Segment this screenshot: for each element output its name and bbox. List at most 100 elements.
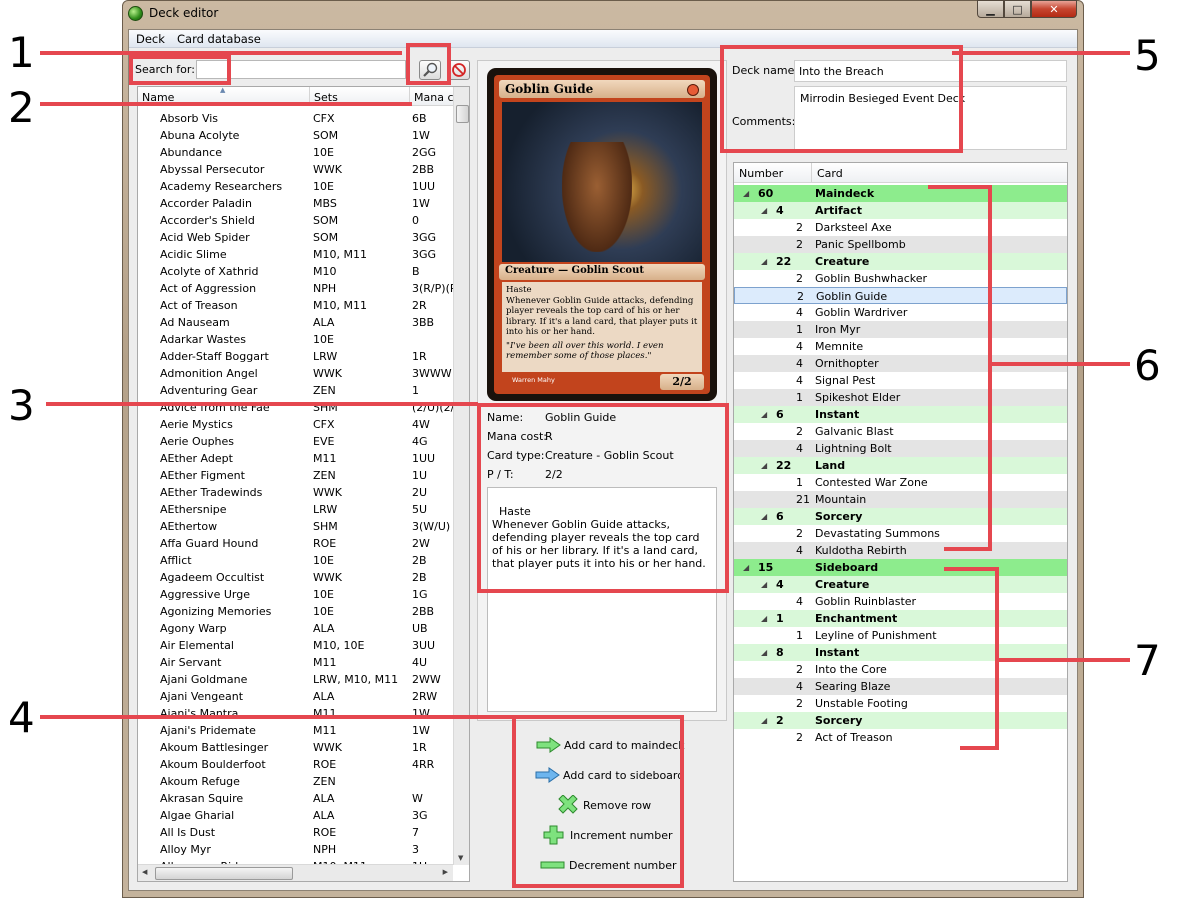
- table-row[interactable]: Agadeem Occultist WWK 2B: [138, 569, 454, 586]
- expand-arrow-icon[interactable]: ◢: [761, 610, 767, 627]
- deck-card-row[interactable]: 2 Devastating Summons: [734, 525, 1067, 542]
- card-type-group-row[interactable]: ◢ 6 Instant: [734, 406, 1067, 423]
- card-type-group-row[interactable]: ◢ 6 Sorcery: [734, 508, 1067, 525]
- table-row[interactable]: Ad Nauseam ALA 3BB: [138, 314, 454, 331]
- scroll-thumb[interactable]: [456, 105, 469, 123]
- table-row[interactable]: Agonizing Memories 10E 2BB: [138, 603, 454, 620]
- scroll-left-arrow-icon[interactable]: ◀: [142, 868, 147, 876]
- expand-arrow-icon[interactable]: ◢: [761, 508, 767, 525]
- minimize-button[interactable]: ▁: [977, 0, 1004, 18]
- expand-arrow-icon[interactable]: ◢: [761, 576, 767, 593]
- deck-card-row[interactable]: 21 Mountain: [734, 491, 1067, 508]
- table-row[interactable]: Acolyte of Xathrid M10 B: [138, 263, 454, 280]
- deck-card-row[interactable]: 4 Goblin Wardriver: [734, 304, 1067, 321]
- column-header-card[interactable]: Card: [812, 163, 1067, 183]
- table-row[interactable]: Abyssal Persecutor WWK 2BB: [138, 161, 454, 178]
- deck-card-row[interactable]: 2 Darksteel Axe: [734, 219, 1067, 236]
- column-header-number[interactable]: Number: [734, 163, 812, 183]
- card-type-group-row[interactable]: ◢ 22 Land: [734, 457, 1067, 474]
- table-row[interactable]: Academy Researchers 10E 1UU: [138, 178, 454, 195]
- table-row[interactable]: Afflict 10E 2B: [138, 552, 454, 569]
- expand-arrow-icon[interactable]: ◢: [761, 406, 767, 423]
- deck-card-row[interactable]: 2 Goblin Bushwhacker: [734, 270, 1067, 287]
- menu-deck[interactable]: Deck: [136, 32, 165, 46]
- table-row[interactable]: Adder-Staff Boggart LRW 1R: [138, 348, 454, 365]
- deck-card-row[interactable]: 2 Unstable Footing: [734, 695, 1067, 712]
- deck-card-row[interactable]: 4 Kuldotha Rebirth: [734, 542, 1067, 559]
- table-row[interactable]: Ajani Vengeant ALA 2RW: [138, 688, 454, 705]
- table-row[interactable]: All Is Dust ROE 7: [138, 824, 454, 841]
- title-bar[interactable]: [122, 0, 1084, 28]
- table-row[interactable]: AEthertow SHM 3(W/U): [138, 518, 454, 535]
- deck-card-row[interactable]: 2 Galvanic Blast: [734, 423, 1067, 440]
- table-row[interactable]: AEther Tradewinds WWK 2U: [138, 484, 454, 501]
- table-row[interactable]: Algae Gharial ALA 3G: [138, 807, 454, 824]
- card-type-group-row[interactable]: ◢ 4 Creature: [734, 576, 1067, 593]
- table-row[interactable]: AEther Adept M11 1UU: [138, 450, 454, 467]
- deck-section-row[interactable]: ◢ 60 Maindeck: [734, 185, 1067, 202]
- expand-arrow-icon[interactable]: ◢: [761, 644, 767, 661]
- expand-arrow-icon[interactable]: ◢: [761, 712, 767, 729]
- menu-card-database[interactable]: Card database: [177, 32, 261, 46]
- table-row[interactable]: Absorb Vis CFX 6B: [138, 110, 454, 127]
- table-row[interactable]: Agony Warp ALA UB: [138, 620, 454, 637]
- expand-arrow-icon[interactable]: ◢: [743, 185, 749, 202]
- table-row[interactable]: Aerie Mystics CFX 4W: [138, 416, 454, 433]
- table-row[interactable]: Air Elemental M10, 10E 3UU: [138, 637, 454, 654]
- deck-card-row[interactable]: 4 Signal Pest: [734, 372, 1067, 389]
- expand-arrow-icon[interactable]: ◢: [761, 253, 767, 270]
- table-row[interactable]: Affa Guard Hound ROE 2W: [138, 535, 454, 552]
- deck-card-row[interactable]: 1 Iron Myr: [734, 321, 1067, 338]
- table-row[interactable]: Accorder Paladin MBS 1W: [138, 195, 454, 212]
- expand-arrow-icon[interactable]: ◢: [761, 202, 767, 219]
- table-row[interactable]: Ajani's Mantra M11 1W: [138, 705, 454, 722]
- scroll-down-arrow-icon[interactable]: ▼: [458, 854, 463, 862]
- vertical-scrollbar[interactable]: ▼: [453, 87, 469, 865]
- card-database-table[interactable]: Name ▲ Sets Mana c Absorb Vis CFX 6B Abuna …: [137, 86, 470, 882]
- card-type-group-row[interactable]: ◢ 22 Creature: [734, 253, 1067, 270]
- table-row[interactable]: Ajani's Pridemate M11 1W: [138, 722, 454, 739]
- deck-section-row[interactable]: ◢ 15 Sideboard: [734, 559, 1067, 576]
- table-row[interactable]: Air Servant M11 4U: [138, 654, 454, 671]
- clear-search-button[interactable]: [448, 60, 470, 80]
- table-row[interactable]: Akoum Refuge ZEN: [138, 773, 454, 790]
- deck-card-row[interactable]: 2 Panic Spellbomb: [734, 236, 1067, 253]
- scroll-right-arrow-icon[interactable]: ▶: [443, 868, 448, 876]
- expand-arrow-icon[interactable]: ◢: [761, 457, 767, 474]
- table-row[interactable]: Aerie Ouphes EVE 4G: [138, 433, 454, 450]
- card-type-group-row[interactable]: ◢ 2 Sorcery: [734, 712, 1067, 729]
- close-button[interactable]: ✕: [1031, 0, 1077, 18]
- table-row[interactable]: Admonition Angel WWK 3WWW: [138, 365, 454, 382]
- deck-card-row[interactable]: 4 Memnite: [734, 338, 1067, 355]
- table-row[interactable]: Abuna Acolyte SOM 1W: [138, 127, 454, 144]
- deck-card-row[interactable]: 2 Act of Treason: [734, 729, 1067, 746]
- horizontal-scrollbar[interactable]: ◀ ▶: [138, 864, 453, 881]
- table-row[interactable]: Ajani Goldmane LRW, M10, M11 2WW: [138, 671, 454, 688]
- table-row[interactable]: Akoum Battlesinger WWK 1R: [138, 739, 454, 756]
- deck-card-row[interactable]: 4 Lightning Bolt: [734, 440, 1067, 457]
- table-row[interactable]: Adarkar Wastes 10E: [138, 331, 454, 348]
- table-row[interactable]: Acid Web Spider SOM 3GG: [138, 229, 454, 246]
- hscroll-thumb[interactable]: [155, 867, 293, 880]
- deck-tree[interactable]: Number Card ◢ 60 Maindeck ◢ 4 Artifact 2 Darkst…: [733, 162, 1068, 882]
- deck-card-row[interactable]: 1 Contested War Zone: [734, 474, 1067, 491]
- table-row[interactable]: Alloy Myr NPH 3: [138, 841, 454, 858]
- table-row[interactable]: Akrasan Squire ALA W: [138, 790, 454, 807]
- expand-arrow-icon[interactable]: ◢: [743, 559, 749, 576]
- table-row[interactable]: Akoum Boulderfoot ROE 4RR: [138, 756, 454, 773]
- table-row[interactable]: Aggressive Urge 10E 1G: [138, 586, 454, 603]
- table-row[interactable]: Accorder's Shield SOM 0: [138, 212, 454, 229]
- deck-card-row[interactable]: 4 Goblin Ruinblaster: [734, 593, 1067, 610]
- deck-card-row[interactable]: 2 Goblin Guide: [734, 287, 1067, 304]
- table-row[interactable]: Adventuring Gear ZEN 1: [138, 382, 454, 399]
- deck-card-row[interactable]: 1 Leyline of Punishment: [734, 627, 1067, 644]
- table-row[interactable]: Abundance 10E 2GG: [138, 144, 454, 161]
- deck-card-row[interactable]: 1 Spikeshot Elder: [734, 389, 1067, 406]
- deck-card-row[interactable]: 4 Searing Blaze: [734, 678, 1067, 695]
- table-row[interactable]: Act of Aggression NPH 3(R/P)(R: [138, 280, 454, 297]
- table-row[interactable]: AEther Figment ZEN 1U: [138, 467, 454, 484]
- table-row[interactable]: Acidic Slime M10, M11 3GG: [138, 246, 454, 263]
- table-row[interactable]: Act of Treason M10, M11 2R: [138, 297, 454, 314]
- card-type-group-row[interactable]: ◢ 4 Artifact: [734, 202, 1067, 219]
- table-row[interactable]: AEthersnipe LRW 5U: [138, 501, 454, 518]
